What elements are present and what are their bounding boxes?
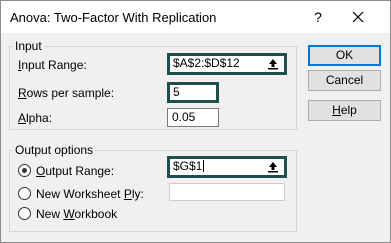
alpha-field[interactable]: 0.05 — [167, 108, 219, 127]
output-range-field[interactable]: $G$1 — [167, 156, 287, 178]
rows-per-sample-field[interactable]: 5 — [167, 82, 219, 103]
new-worksheet-label[interactable]: New Worksheet Ply: — [36, 187, 144, 201]
collapse-dialog-icon[interactable] — [264, 57, 282, 71]
new-worksheet-name-field[interactable] — [169, 183, 285, 201]
dialog-title: Anova: Two-Factor With Replication — [10, 10, 217, 25]
output-range-label[interactable]: Output Range: — [36, 164, 114, 178]
ok-button[interactable]: OK — [308, 45, 381, 66]
collapse-dialog-icon[interactable] — [264, 160, 282, 174]
cancel-button[interactable]: Cancel — [308, 70, 381, 91]
output-options-label: Output options — [13, 143, 96, 157]
help-icon[interactable]: ? — [309, 7, 327, 27]
input-range-field[interactable]: $A$2:$D$12 — [167, 53, 287, 75]
radio-selected-dot — [22, 168, 27, 173]
new-worksheet-radio[interactable] — [18, 187, 31, 200]
alpha-label: Alpha: — [18, 111, 53, 125]
text-caret — [203, 160, 205, 172]
title-bar: Anova: Two-Factor With Replication ? — [1, 1, 390, 33]
rows-per-sample-label: Rows per sample: — [18, 86, 115, 100]
help-button[interactable]: Help — [308, 100, 381, 121]
input-range-label: Input Range: — [18, 58, 87, 72]
new-workbook-radio[interactable] — [18, 207, 31, 220]
anova-dialog: Anova: Two-Factor With Replication ? Inp… — [0, 0, 391, 243]
close-icon[interactable] — [347, 7, 369, 27]
new-workbook-label[interactable]: New Workbook — [36, 207, 117, 221]
input-group-label: Input — [13, 39, 44, 53]
output-range-radio[interactable] — [18, 164, 31, 177]
